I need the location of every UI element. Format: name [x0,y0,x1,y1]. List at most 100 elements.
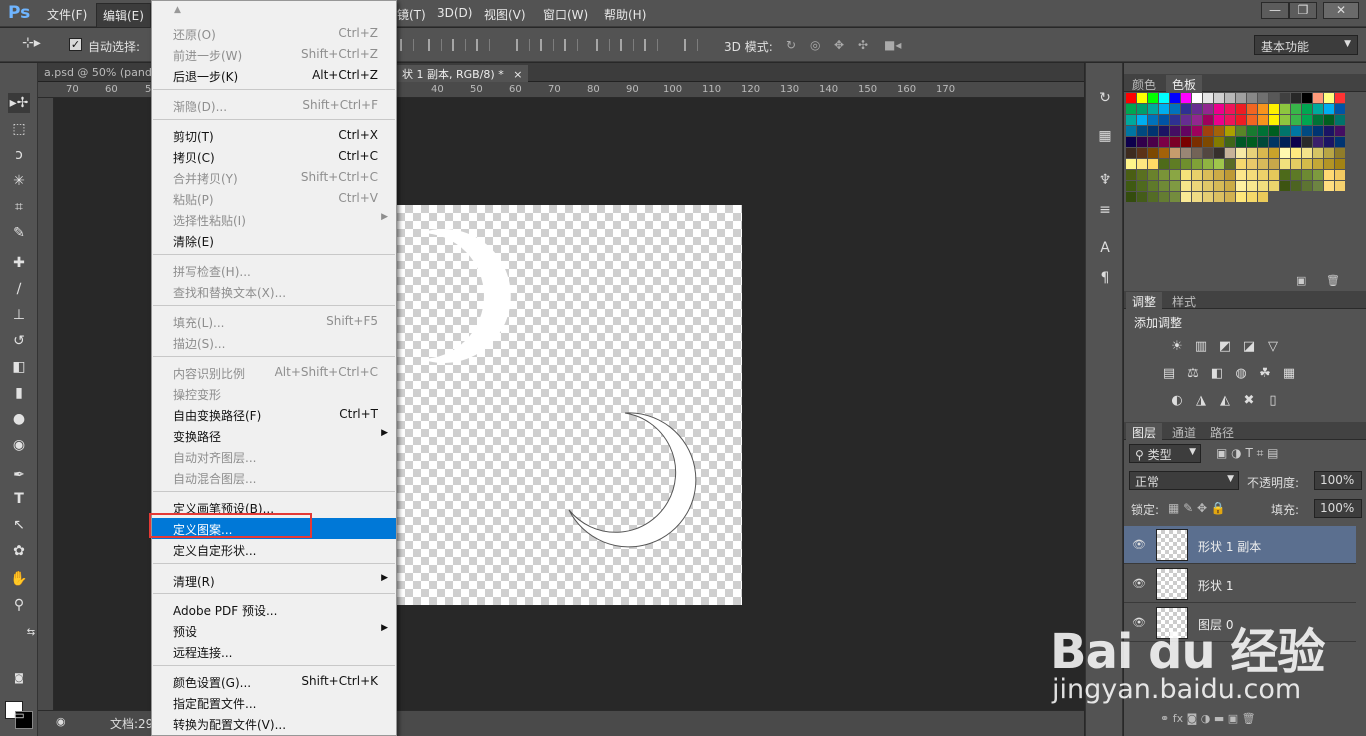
tab-adjustments[interactable]: 调整 [1126,292,1163,309]
swatch[interactable] [1159,148,1169,158]
blend-mode-select[interactable]: 正常 ▼ [1129,471,1239,490]
edit-menu-item[interactable]: 前进一步(W) Shift+Ctrl+Z [152,44,396,65]
edit-menu-item[interactable]: 定义画笔预设(B)... [152,497,396,518]
3d-drag-icon[interactable]: ✥ [834,38,844,52]
swatch[interactable] [1225,104,1235,114]
levels-icon[interactable]: ▥ [1192,338,1210,355]
swatch[interactable] [1236,126,1246,136]
close-tab-icon[interactable]: × [513,68,522,81]
swatch[interactable] [1302,148,1312,158]
swatch[interactable] [1192,93,1202,103]
menu-filter[interactable]: 镜(T) [397,6,426,23]
swatch[interactable] [1203,159,1213,169]
swatch[interactable] [1236,148,1246,158]
swatch[interactable] [1280,115,1290,125]
distribute-top-icon[interactable] [516,39,530,51]
edit-menu-item[interactable]: 自动对齐图层... [152,446,396,467]
color-lookup-icon[interactable]: ▦ [1280,365,1298,382]
swatch[interactable] [1148,192,1158,202]
swatch[interactable] [1170,115,1180,125]
swatch[interactable] [1247,181,1257,191]
swatch[interactable] [1137,181,1147,191]
new-swatch-icon[interactable]: ▣ [1296,274,1306,287]
magic-wand-tool-icon[interactable]: ✳ [8,171,30,191]
swatch[interactable] [1291,170,1301,180]
edit-menu-item[interactable]: 剪切(T) Ctrl+X [152,125,396,146]
swatch[interactable] [1324,170,1334,180]
distribute-vcenter-icon[interactable] [540,39,554,51]
swatch[interactable] [1214,104,1224,114]
3d-scale-icon[interactable]: ■◂ [884,38,901,52]
swatch[interactable] [1291,137,1301,147]
edit-menu-item[interactable]: 颜色设置(G)... Shift+Ctrl+K [152,671,396,692]
swatch[interactable] [1192,104,1202,114]
swatch[interactable] [1148,181,1158,191]
swatch[interactable] [1192,181,1202,191]
swatch[interactable] [1302,93,1312,103]
layer-row[interactable]: 👁 形状 1 副本 [1124,526,1356,564]
swatch[interactable] [1181,181,1191,191]
swatch[interactable] [1137,126,1147,136]
swatch[interactable] [1181,126,1191,136]
healing-brush-tool-icon[interactable]: ✚ [8,253,30,273]
swatch[interactable] [1225,148,1235,158]
hand-tool-icon[interactable]: ✋ [8,569,30,589]
swatch[interactable] [1247,148,1257,158]
swatch[interactable] [1313,115,1323,125]
swatch[interactable] [1269,104,1279,114]
swatch[interactable] [1236,192,1246,202]
swatch[interactable] [1247,115,1257,125]
swatch[interactable] [1159,137,1169,147]
brush-tool-icon[interactable]: ∕ [8,279,30,299]
tab-color[interactable]: 颜色 [1126,75,1162,92]
edit-menu-item[interactable]: 渐隐(D)... Shift+Ctrl+F [152,95,396,116]
swatch[interactable] [1137,192,1147,202]
tab-styles[interactable]: 样式 [1166,292,1202,309]
swatch[interactable] [1313,137,1323,147]
swatch[interactable] [1335,93,1345,103]
swatch[interactable] [1236,104,1246,114]
swatch[interactable] [1159,181,1169,191]
edit-menu-item[interactable]: 选择性粘贴(I) ▶ [152,209,396,230]
layer-filter-select[interactable]: ⚲ 类型 ▼ [1129,444,1201,463]
swatch[interactable] [1236,181,1246,191]
swatch[interactable] [1170,137,1180,147]
swatch[interactable] [1148,104,1158,114]
swatch[interactable] [1170,126,1180,136]
swatch[interactable] [1225,115,1235,125]
swatch[interactable] [1181,148,1191,158]
edit-menu-item[interactable]: 内容识别比例 Alt+Shift+Ctrl+C [152,362,396,383]
hue-saturation-icon[interactable]: ▤ [1160,365,1178,382]
swatch[interactable] [1291,115,1301,125]
swatch[interactable] [1170,104,1180,114]
swatch[interactable] [1214,181,1224,191]
swatch[interactable] [1159,126,1169,136]
swatch[interactable] [1181,93,1191,103]
swatch[interactable] [1170,159,1180,169]
3d-rotate-icon[interactable]: ↻ [786,38,796,52]
distribute-hcenter-icon[interactable] [620,39,634,51]
swatch[interactable] [1159,192,1169,202]
edit-menu-item[interactable]: 粘贴(P) Ctrl+V [152,188,396,209]
swatch[interactable] [1324,159,1334,169]
swatch[interactable] [1225,192,1235,202]
swatch[interactable] [1258,170,1268,180]
invert-icon[interactable]: ◐ [1168,392,1186,409]
swatch[interactable] [1126,192,1136,202]
edit-menu-item[interactable]: 描边(S)... [152,332,396,353]
opacity-input[interactable]: 100% [1314,471,1362,490]
swatch[interactable] [1335,126,1345,136]
swatch[interactable] [1258,93,1268,103]
edit-menu-item[interactable]: 清理(R) ▶ [152,570,396,591]
character-panel-icon[interactable]: A [1095,238,1115,258]
edit-menu-item[interactable]: 清除(E) [152,230,396,251]
channel-mixer-icon[interactable]: ☘ [1256,365,1274,382]
swatch[interactable] [1203,181,1213,191]
trash-icon[interactable]: 🗑 [1326,274,1340,287]
swatch[interactable] [1214,93,1224,103]
swatch[interactable] [1335,170,1345,180]
swatch[interactable] [1291,93,1301,103]
swatch[interactable] [1192,170,1202,180]
edit-menu-item[interactable]: 拷贝(C) Ctrl+C [152,146,396,167]
swatch[interactable] [1181,115,1191,125]
